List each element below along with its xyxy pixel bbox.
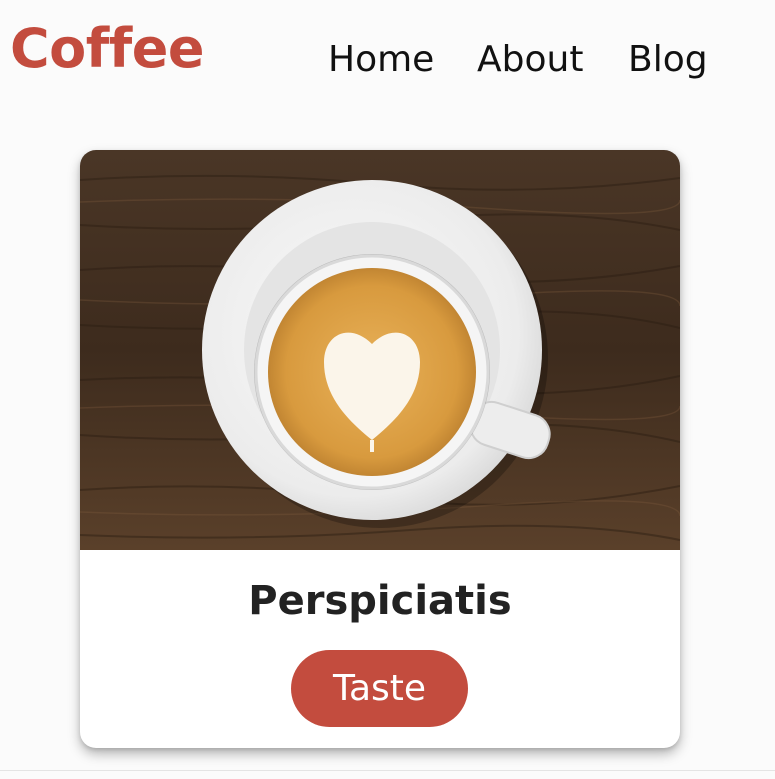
taste-button[interactable]: Taste [291,650,468,727]
divider [0,770,775,771]
main-nav: Home About Blog [0,34,775,86]
nav-home[interactable]: Home [328,34,434,86]
nav-blog[interactable]: Blog [628,34,708,86]
card-title: Perspiciatis [248,578,512,624]
coffee-cup-image [80,150,680,550]
product-card: Perspiciatis Taste [80,150,680,748]
page: Coffee Home About Blog Perspiciatis Tast… [0,0,775,779]
nav-about[interactable]: About [477,34,583,86]
